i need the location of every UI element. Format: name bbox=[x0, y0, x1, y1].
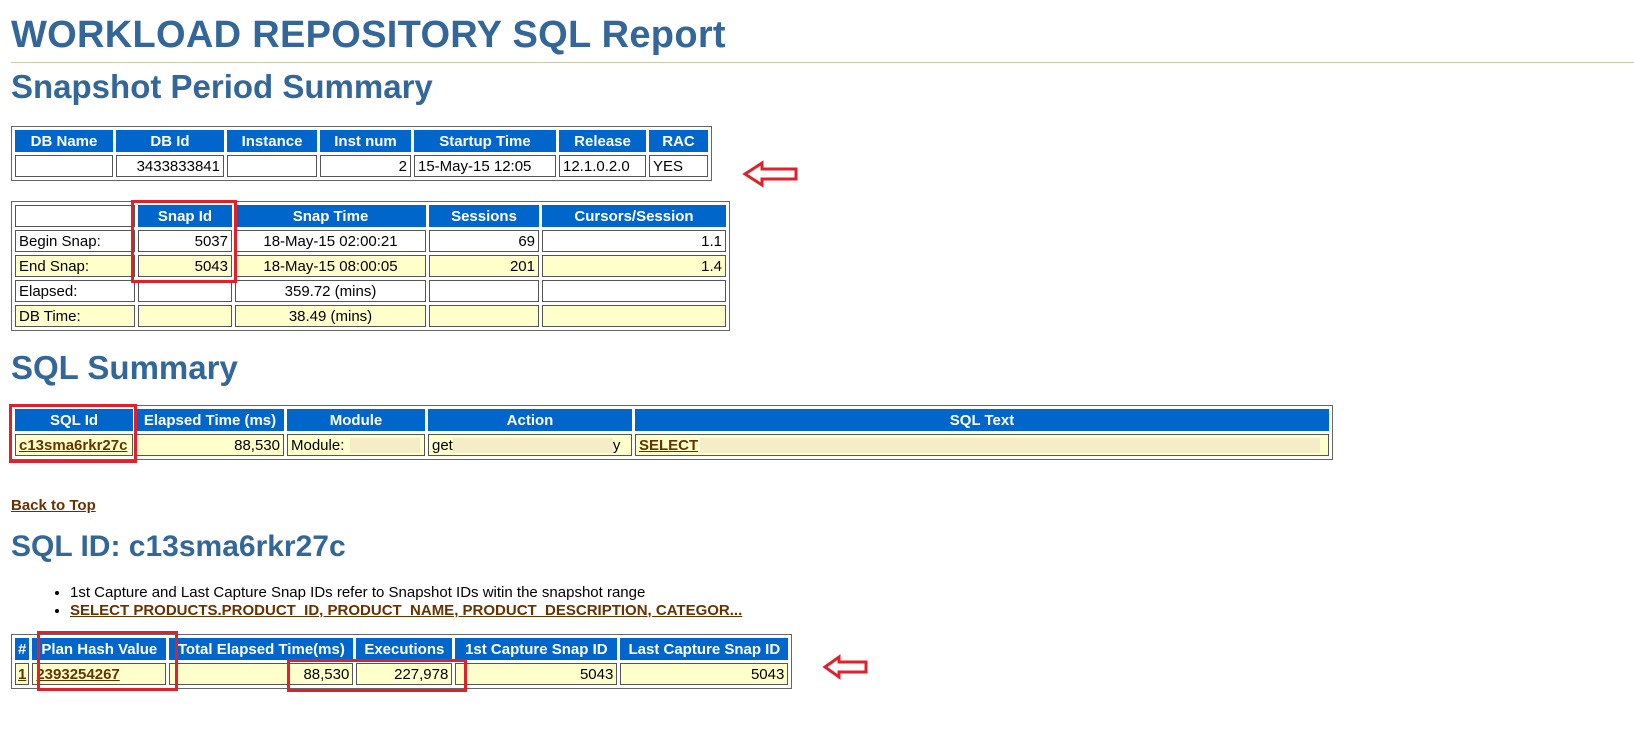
col-sessions: Sessions bbox=[429, 205, 539, 227]
col-instance: Instance bbox=[227, 130, 317, 152]
table-row: DB Time: 38.49 (mins) bbox=[15, 305, 726, 327]
action-start: get bbox=[432, 436, 453, 454]
col-db-name: DB Name bbox=[15, 130, 113, 152]
table-row: Elapsed: 359.72 (mins) bbox=[15, 280, 726, 302]
cell-action: get y bbox=[428, 434, 632, 456]
module-label: Module: bbox=[291, 436, 345, 454]
col-snap-time: Snap Time bbox=[235, 205, 426, 227]
sql-id-heading: SQL ID: c13sma6rkr27c bbox=[11, 530, 346, 563]
cell-label: End Snap: bbox=[15, 255, 135, 277]
cell-blank-header bbox=[15, 205, 135, 227]
cell-sessions bbox=[429, 280, 539, 302]
cell-db-name bbox=[15, 155, 113, 177]
cell-module: Module: bbox=[287, 434, 425, 456]
col-cursors-session: Cursors/Session bbox=[542, 205, 726, 227]
cell-snap-time: 18-May-15 02:00:21 bbox=[235, 230, 426, 252]
col-elapsed-time: Elapsed Time (ms) bbox=[136, 409, 284, 431]
action-end: y bbox=[612, 436, 621, 454]
col-snap-id: Snap Id bbox=[138, 205, 232, 227]
cell-label: DB Time: bbox=[15, 305, 135, 327]
cell-snap-time: 38.49 (mins) bbox=[235, 305, 426, 327]
cell-sessions bbox=[429, 305, 539, 327]
cell-snap-id bbox=[138, 305, 232, 327]
sql-summary-heading: SQL Summary bbox=[11, 349, 238, 386]
col-number: # bbox=[15, 638, 30, 660]
table-header-row: # Plan Hash Value Total Elapsed Time(ms)… bbox=[15, 638, 789, 660]
cell-cursors bbox=[542, 280, 726, 302]
cell-startup-time: 15-May-15 12:05 bbox=[414, 155, 556, 177]
col-module: Module bbox=[287, 409, 425, 431]
db-info-table: DB Name DB Id Instance Inst num Startup … bbox=[11, 126, 712, 181]
cell-last-capture: 5043 bbox=[620, 663, 789, 685]
cell-label: Elapsed: bbox=[15, 280, 135, 302]
plan-hash-link[interactable]: 2393254267 bbox=[36, 666, 119, 683]
list-item: SELECT PRODUCTS.PRODUCT_ID, PRODUCT_NAME… bbox=[70, 602, 742, 620]
list-item: 1st Capture and Last Capture Snap IDs re… bbox=[70, 584, 742, 602]
report-title: WORKLOAD REPOSITORY SQL Report bbox=[11, 14, 726, 56]
sql-text-link[interactable]: SELECT bbox=[639, 437, 698, 454]
table-row: 3433833841 2 15-May-15 12:05 12.1.0.2.0 … bbox=[15, 155, 708, 177]
col-release: Release bbox=[559, 130, 646, 152]
col-action: Action bbox=[428, 409, 632, 431]
plan-number-link[interactable]: 1 bbox=[18, 666, 26, 683]
col-first-capture: 1st Capture Snap ID bbox=[455, 638, 618, 660]
cell-snap-time: 359.72 (mins) bbox=[235, 280, 426, 302]
cell-first-capture: 5043 bbox=[455, 663, 618, 685]
cell-snap-time: 18-May-15 08:00:05 bbox=[235, 255, 426, 277]
col-inst-num: Inst num bbox=[320, 130, 411, 152]
sql-id-link[interactable]: c13sma6rkr27c bbox=[19, 437, 127, 454]
cell-label: Begin Snap: bbox=[15, 230, 135, 252]
cell-cursors: 1.1 bbox=[542, 230, 726, 252]
cell-sessions: 201 bbox=[429, 255, 539, 277]
title-divider bbox=[11, 62, 1634, 63]
col-rac: RAC bbox=[649, 130, 708, 152]
cell-sql-text: SELECT bbox=[635, 434, 1329, 456]
cell-instance bbox=[227, 155, 317, 177]
col-sql-text: SQL Text bbox=[635, 409, 1329, 431]
table-header-row: SQL Id Elapsed Time (ms) Module Action S… bbox=[15, 409, 1329, 431]
cell-sessions: 69 bbox=[429, 230, 539, 252]
sql-summary-table: SQL Id Elapsed Time (ms) Module Action S… bbox=[11, 405, 1333, 460]
cell-release: 12.1.0.2.0 bbox=[559, 155, 646, 177]
cell-snap-id: 5043 bbox=[138, 255, 232, 277]
cell-cursors bbox=[542, 305, 726, 327]
redacted-module bbox=[350, 438, 421, 454]
cell-rac: YES bbox=[649, 155, 708, 177]
notes-list: 1st Capture and Last Capture Snap IDs re… bbox=[48, 584, 742, 620]
cell-cursors: 1.4 bbox=[542, 255, 726, 277]
table-row: 1 2393254267 88,530 227,978 5043 5043 bbox=[15, 663, 789, 685]
snapshot-period-summary-heading: Snapshot Period Summary bbox=[11, 68, 433, 105]
cell-db-id: 3433833841 bbox=[116, 155, 224, 177]
table-row: Begin Snap: 5037 18-May-15 02:00:21 69 1… bbox=[15, 230, 726, 252]
back-to-top: Back to Top bbox=[11, 497, 96, 514]
cell-sql-id: c13sma6rkr27c bbox=[15, 434, 133, 456]
col-last-capture: Last Capture Snap ID bbox=[620, 638, 789, 660]
col-db-id: DB Id bbox=[116, 130, 224, 152]
cell-snap-id bbox=[138, 280, 232, 302]
table-header-row: Snap Id Snap Time Sessions Cursors/Sessi… bbox=[15, 205, 726, 227]
cell-elapsed: 88,530 bbox=[136, 434, 284, 456]
col-executions: Executions bbox=[356, 638, 453, 660]
cell-executions: 227,978 bbox=[356, 663, 453, 685]
snapshots-table: Snap Id Snap Time Sessions Cursors/Sessi… bbox=[11, 201, 730, 331]
red-arrow-icon bbox=[742, 160, 798, 188]
redacted-sql-text bbox=[700, 438, 1321, 454]
col-startup-time: Startup Time bbox=[414, 130, 556, 152]
cell-snap-id: 5037 bbox=[138, 230, 232, 252]
plan-stats-table: # Plan Hash Value Total Elapsed Time(ms)… bbox=[11, 634, 793, 689]
table-row: c13sma6rkr27c 88,530 Module: get y SELECT bbox=[15, 434, 1329, 456]
col-total-elapsed: Total Elapsed Time(ms) bbox=[169, 638, 354, 660]
cell-number: 1 bbox=[15, 663, 30, 685]
col-plan-hash: Plan Hash Value bbox=[32, 638, 167, 660]
table-header-row: DB Name DB Id Instance Inst num Startup … bbox=[15, 130, 708, 152]
redacted-action bbox=[452, 438, 613, 454]
cell-total-elapsed: 88,530 bbox=[169, 663, 354, 685]
cell-plan-hash: 2393254267 bbox=[32, 663, 167, 685]
red-arrow-icon bbox=[822, 654, 868, 680]
sql-text-full-link[interactable]: SELECT PRODUCTS.PRODUCT_ID, PRODUCT_NAME… bbox=[70, 602, 742, 619]
col-sql-id: SQL Id bbox=[15, 409, 133, 431]
cell-inst-num: 2 bbox=[320, 155, 411, 177]
back-to-top-link[interactable]: Back to Top bbox=[11, 497, 96, 514]
table-row: End Snap: 5043 18-May-15 08:00:05 201 1.… bbox=[15, 255, 726, 277]
